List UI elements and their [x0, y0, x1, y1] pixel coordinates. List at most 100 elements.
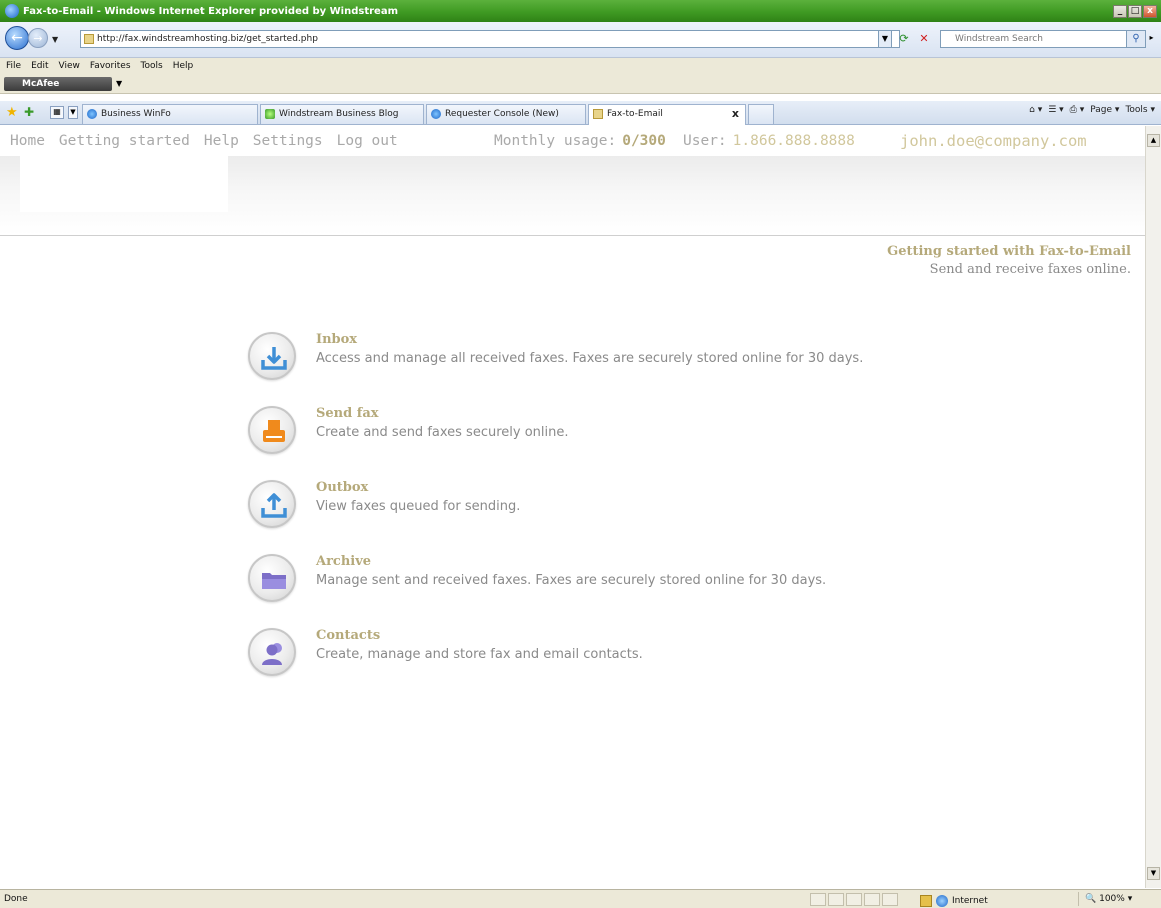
menu-tools[interactable]: Tools — [141, 61, 163, 71]
feature-title[interactable]: Archive — [316, 554, 371, 569]
vertical-scrollbar[interactable]: ▲ ▼ — [1145, 126, 1161, 888]
nav-settings[interactable]: Settings — [253, 133, 323, 149]
search-placeholder: Windstream Search — [955, 34, 1043, 44]
archive-icon[interactable] — [248, 554, 296, 602]
home-icon[interactable]: ⌂ ▾ — [1029, 105, 1042, 115]
tab-fax-to-email[interactable]: Fax-to-Email x — [588, 104, 746, 125]
inbox-icon[interactable] — [248, 332, 296, 380]
close-window-button[interactable]: x — [1143, 4, 1157, 18]
quick-tabs-button[interactable]: ▦ — [50, 106, 64, 119]
menu-edit[interactable]: Edit — [31, 61, 48, 71]
feature-inbox[interactable]: Inbox Access and manage all received fax… — [248, 332, 948, 406]
mcafee-button[interactable]: McAfee — [4, 77, 112, 91]
protected-mode-icon — [920, 895, 932, 907]
address-url: http://fax.windstreamhosting.biz/get_sta… — [97, 34, 318, 44]
zoom-icon: 🔍 — [1085, 894, 1097, 904]
feature-outbox[interactable]: Outbox View faxes queued for sending. — [248, 480, 948, 554]
nav-home[interactable]: Home — [10, 133, 45, 149]
page-menu[interactable]: Page ▾ — [1090, 105, 1119, 115]
feature-description: Create and send faxes securely online. — [316, 425, 569, 440]
nav-getting-started[interactable]: Getting started — [59, 133, 190, 149]
menu-bar: File Edit View Favorites Tools Help — [0, 58, 1161, 74]
user-label: User: — [683, 133, 727, 149]
internet-zone-icon — [936, 895, 948, 907]
nav-log-out[interactable]: Log out — [337, 133, 398, 149]
tab-bar: ★ ✚ ▦ ▼ Business WinFo Windstream Busine… — [0, 101, 1161, 125]
feature-contacts[interactable]: Contacts Create, manage and store fax an… — [248, 628, 948, 702]
maximize-button[interactable]: □ — [1128, 4, 1142, 18]
tools-menu[interactable]: Tools ▾ — [1125, 105, 1155, 115]
user-email: john.doe@company.com — [900, 132, 1087, 150]
addon-toolbar: McAfee ▼ — [0, 74, 1161, 94]
feature-description: Access and manage all received faxes. Fa… — [316, 351, 864, 366]
user-number: 1.866.888.8888 — [732, 133, 855, 149]
search-input[interactable]: Windstream Search — [940, 30, 1130, 48]
status-cell — [864, 893, 880, 906]
favorites-star-icon[interactable]: ★ — [6, 105, 18, 120]
add-favorite-icon[interactable]: ✚ — [24, 105, 34, 119]
tab-requester-console[interactable]: Requester Console (New) — [426, 104, 586, 124]
ie-page-icon — [431, 109, 441, 119]
recent-pages-dropdown[interactable]: ▼ — [52, 35, 58, 44]
menu-favorites[interactable]: Favorites — [90, 61, 131, 71]
ie-page-icon — [87, 109, 97, 119]
tab-label: Requester Console (New) — [445, 109, 559, 119]
new-tab-button[interactable] — [748, 104, 774, 124]
tab-business-blog[interactable]: Windstream Business Blog — [260, 104, 424, 124]
zoom-level[interactable]: 🔍 100% ▾ — [1078, 892, 1132, 906]
feature-title[interactable]: Contacts — [316, 628, 380, 643]
window-titlebar: Fax-to-Email - Windows Internet Explorer… — [0, 0, 1161, 22]
feeds-icon[interactable]: ☰ ▾ — [1048, 105, 1063, 115]
minimize-button[interactable]: _ — [1113, 4, 1127, 18]
search-icon[interactable]: ⚲ — [1126, 30, 1146, 48]
send-fax-icon[interactable] — [248, 406, 296, 454]
page-subtitle: Send and receive faxes online. — [929, 262, 1131, 277]
status-bar: Done Internet 🔍 100% ▾ — [0, 889, 1161, 908]
menu-file[interactable]: File — [6, 61, 21, 71]
status-cell — [846, 893, 862, 906]
status-cell — [810, 893, 826, 906]
site-nav: Home Getting started Help Settings Log o… — [0, 126, 1145, 156]
menu-help[interactable]: Help — [173, 61, 194, 71]
scroll-up-button[interactable]: ▲ — [1147, 134, 1160, 147]
tab-list-dropdown[interactable]: ▼ — [68, 106, 78, 119]
status-cell — [828, 893, 844, 906]
stop-button[interactable]: ✕ — [915, 30, 933, 48]
tab-business-winfo[interactable]: Business WinFo — [82, 104, 258, 124]
search-options-dropdown[interactable]: ▸ — [1146, 30, 1157, 48]
feature-list: Inbox Access and manage all received fax… — [248, 332, 948, 702]
refresh-button[interactable]: ⟳ — [895, 30, 913, 48]
close-tab-icon[interactable]: x — [732, 105, 739, 123]
feature-send-fax[interactable]: Send fax Create and send faxes securely … — [248, 406, 948, 480]
ie-logo-icon — [5, 4, 19, 18]
tab-label: Business WinFo — [101, 109, 171, 119]
page-content: Home Getting started Help Settings Log o… — [0, 126, 1145, 888]
back-button[interactable]: ← — [5, 26, 29, 50]
status-text: Done — [4, 894, 28, 904]
scroll-down-button[interactable]: ▼ — [1147, 867, 1160, 880]
feature-title[interactable]: Send fax — [316, 406, 379, 421]
security-zone[interactable]: Internet — [920, 892, 988, 908]
user-info: User: 1.866.888.8888 — [683, 133, 855, 149]
nav-help[interactable]: Help — [204, 133, 239, 149]
status-cells — [810, 893, 898, 906]
intro-block: Getting started with Fax-to-Email Send a… — [887, 243, 1131, 279]
status-cell — [882, 893, 898, 906]
usage-value: 0/300 — [622, 133, 666, 149]
logo-area — [20, 156, 228, 212]
contacts-icon[interactable] — [248, 628, 296, 676]
feature-title[interactable]: Inbox — [316, 332, 357, 347]
feature-title[interactable]: Outbox — [316, 480, 368, 495]
zone-label: Internet — [952, 896, 988, 906]
forward-button[interactable]: → — [28, 28, 48, 48]
menu-view[interactable]: View — [59, 61, 80, 71]
address-dropdown-button[interactable]: ▼ — [878, 30, 892, 48]
command-bar: ⌂ ▾ ☰ ▾ ⎙ ▾ Page ▾ Tools ▾ — [1029, 105, 1155, 115]
print-icon[interactable]: ⎙ ▾ — [1070, 105, 1085, 115]
feature-archive[interactable]: Archive Manage sent and received faxes. … — [248, 554, 948, 628]
outbox-icon[interactable] — [248, 480, 296, 528]
feature-description: Create, manage and store fax and email c… — [316, 647, 643, 662]
tab-label: Windstream Business Blog — [279, 109, 399, 119]
address-input[interactable]: http://fax.windstreamhosting.biz/get_sta… — [80, 30, 900, 48]
mcafee-dropdown[interactable]: ▼ — [116, 77, 122, 91]
